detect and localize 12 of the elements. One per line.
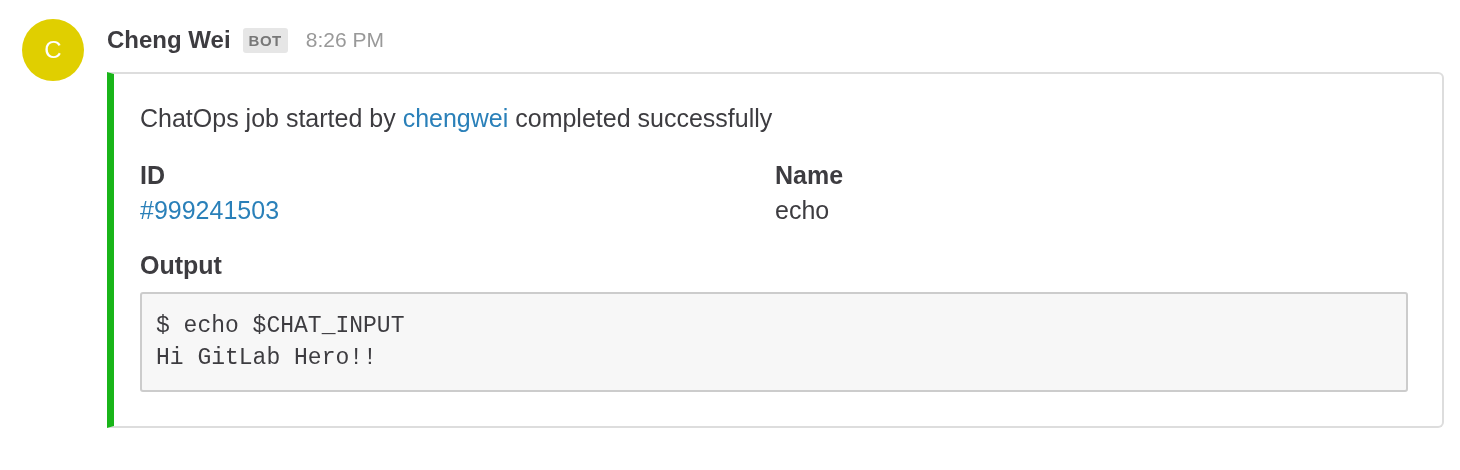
user-link[interactable]: chengwei xyxy=(402,104,509,132)
author-name: Cheng Wei xyxy=(107,26,231,54)
field-title: Output xyxy=(140,251,223,280)
timestamp: 8:26 PM xyxy=(305,28,384,52)
summary-text: ChatOps job started by chengwei completed successfully xyxy=(140,104,774,133)
job-link[interactable]: #999241503 xyxy=(140,196,280,224)
bot-badge: BOT xyxy=(242,27,288,53)
field-value: echo xyxy=(775,196,830,224)
code-block: $ echo $CHAT_INPUT Hi GitLab Hero!! xyxy=(140,292,1408,392)
field-title: ID xyxy=(140,161,166,190)
avatar: C xyxy=(22,19,84,81)
field-title: Name xyxy=(775,161,845,190)
